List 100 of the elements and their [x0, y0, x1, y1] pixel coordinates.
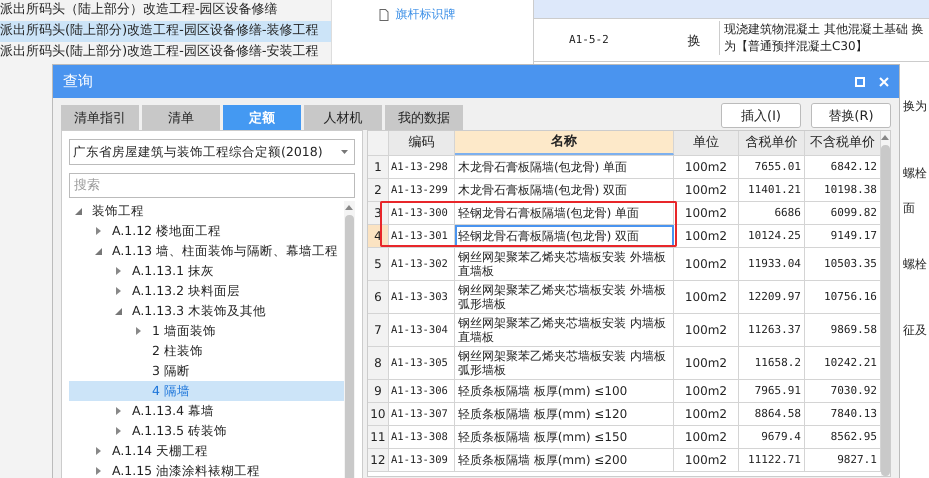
- table-cell: 木龙骨石膏板隔墙(包龙骨) 单面: [454, 156, 674, 178]
- project-item[interactable]: 派出所码头（陆上部分）改造工程-园区设备修缮: [0, 0, 332, 21]
- tree-item[interactable]: A.1.13.4 幕墙: [69, 401, 344, 421]
- tree-item[interactable]: A.1.13.3 木装饰及其他: [69, 301, 344, 321]
- tree-item[interactable]: A.1.13.2 块料面层: [69, 281, 344, 301]
- expand-icon[interactable]: [115, 427, 122, 435]
- table-cell: 换为: [903, 98, 927, 115]
- table-cell: A1-13-303: [388, 281, 455, 313]
- table-cell: 100m2: [674, 156, 739, 178]
- tree-item[interactable]: 3 隔断: [69, 361, 344, 381]
- maximize-icon[interactable]: [855, 76, 865, 86]
- table-cell: A1-13-309: [388, 449, 455, 471]
- table-cell: 钢丝网架聚苯乙烯夹芯墙板安装 外墙板直墙板: [454, 248, 674, 280]
- collapse-icon[interactable]: [75, 208, 82, 214]
- tree-item[interactable]: A.1.13.5 砖装饰: [69, 421, 344, 441]
- expand-icon[interactable]: [115, 407, 122, 415]
- library-dropdown[interactable]: 广东省房屋建筑与装饰工程综合定额(2018): [69, 139, 355, 165]
- table-cell: 8864.58: [738, 403, 805, 425]
- table-cell: 11263.37: [738, 314, 805, 346]
- table-cell: 100m2: [674, 314, 739, 346]
- expand-icon[interactable]: [95, 447, 102, 455]
- column-header[interactable]: 名称: [454, 131, 674, 155]
- project-item[interactable]: 派出所码头(陆上部分)改造工程-园区设备修缮-安装工程: [0, 42, 332, 63]
- table-cell: 木龙骨石膏板隔墙(包龙骨) 双面: [454, 179, 674, 201]
- table-cell: 11933.04: [738, 248, 805, 280]
- collapse-icon[interactable]: [95, 248, 102, 254]
- table-cell: 螺栓: [903, 165, 927, 182]
- table-cell: 钢丝网架聚苯乙烯夹芯墙板安装 内墙板弧形墙板: [454, 347, 674, 379]
- table-cell: 面: [903, 200, 915, 217]
- search-field[interactable]: 搜索: [69, 173, 355, 198]
- expand-icon[interactable]: [115, 267, 122, 275]
- table-cell: 轻钢龙骨石膏板隔墙(包龙骨) 双面: [454, 225, 674, 247]
- tab[interactable]: 人材机: [304, 105, 382, 130]
- expand-icon[interactable]: [115, 287, 122, 295]
- table-cell: 7965.91: [738, 380, 805, 402]
- close-icon[interactable]: [879, 76, 889, 86]
- tree-item[interactable]: A.1.14 天棚工程: [69, 441, 344, 461]
- tab[interactable]: 我的数据: [385, 105, 463, 130]
- table-cell: 轻质条板隔墙 板厚(mm) ≤200: [454, 449, 674, 471]
- project-item[interactable]: 派出所码头(陆上部分)改造工程-园区设备修缮-装修工程: [0, 21, 332, 42]
- table-cell: 100m2: [674, 347, 739, 379]
- scroll-up-icon[interactable]: [345, 205, 354, 210]
- tab[interactable]: 清单: [142, 105, 220, 130]
- table-cell: A1-13-308: [388, 426, 455, 448]
- row-number: 1: [368, 156, 389, 178]
- column-header[interactable]: 含税单价: [738, 131, 805, 155]
- table-cell: A1-13-300: [388, 202, 455, 224]
- column-header[interactable]: 单位: [674, 131, 739, 155]
- tree-item[interactable]: 1 墙面装饰: [69, 321, 344, 341]
- table-cell: 6686: [738, 202, 805, 224]
- tree-item[interactable]: 2 柱装饰: [69, 341, 344, 361]
- table-cell: 10124.25: [738, 225, 805, 247]
- table-cell: A1-13-301: [388, 225, 455, 247]
- table-cell: 100m2: [674, 248, 739, 280]
- table-cell: 现浇建筑物混凝土 其他混凝土基础 换为【普通预拌混凝土C30】: [719, 21, 929, 55]
- table-cell: A1-13-298: [388, 156, 455, 178]
- collapse-icon[interactable]: [115, 308, 122, 314]
- table-cell: 100m2: [674, 281, 739, 313]
- tree-item[interactable]: A.1.13.1 抹灰: [69, 261, 344, 281]
- table-cell: 轻质条板隔墙 板厚(mm) ≤150: [454, 426, 674, 448]
- table-cell-text: 换: [686, 33, 702, 50]
- table-cell: 11122.71: [738, 449, 805, 471]
- tree-item[interactable]: A.1.15 油漆涂料裱糊工程: [69, 461, 344, 478]
- table-cell: 11401.21: [738, 179, 805, 201]
- tab[interactable]: 清单指引: [61, 105, 139, 130]
- table-cell: A1-13-305: [388, 347, 455, 379]
- expand-icon[interactable]: [95, 227, 102, 235]
- caret-icon: [340, 150, 348, 154]
- table-cell: A1-13-302: [388, 248, 455, 280]
- table-cell: 钢丝网架聚苯乙烯夹芯墙板安装 外墙板弧形墙板: [454, 281, 674, 313]
- action-button[interactable]: 插入(I): [721, 103, 801, 128]
- table-cell-text: A1-5-2: [568, 32, 610, 46]
- scrollbar[interactable]: [344, 201, 355, 478]
- table-cell: 轻钢龙骨石膏板隔墙(包龙骨) 单面: [454, 202, 674, 224]
- tree-item[interactable]: A.1.12 楼地面工程: [69, 221, 344, 241]
- table-cell: 11658.2: [738, 347, 805, 379]
- tree-item[interactable]: A.1.13 墙、柱面装饰与隔断、幕墙工程: [69, 241, 344, 261]
- table-cell: 轻质条板隔墙 板厚(mm) ≤100: [454, 380, 674, 402]
- table-cell: 征及: [903, 322, 927, 339]
- expand-icon[interactable]: [135, 327, 142, 335]
- document-icon: [379, 8, 390, 20]
- tree-item[interactable]: 装饰工程: [69, 201, 344, 221]
- table-cell: 螺栓: [903, 256, 927, 273]
- row-number: 12: [368, 449, 389, 471]
- action-button[interactable]: 替换(R): [811, 103, 891, 128]
- row-number: 8: [368, 347, 389, 379]
- scroll-up-icon[interactable]: [881, 135, 890, 140]
- table-cell: 轻质条板隔墙 板厚(mm) ≤120: [454, 403, 674, 425]
- table-cell: 100m2: [674, 426, 739, 448]
- expand-icon[interactable]: [95, 467, 102, 475]
- tree-item[interactable]: 4 隔墙: [69, 381, 344, 401]
- table-cell: A1-13-307: [388, 403, 455, 425]
- table-cell: 100m2: [674, 380, 739, 402]
- table-cell: 7655.01: [738, 156, 805, 178]
- row-number: 5: [368, 248, 389, 280]
- row-number: 7: [368, 314, 389, 346]
- table-cell: 钢丝网架聚苯乙烯夹芯墙板安装 内墙板直墙板: [454, 314, 674, 346]
- row-number: 9: [368, 380, 389, 402]
- row-number: 10: [368, 403, 389, 425]
- table-cell: 12209.97: [738, 281, 805, 313]
